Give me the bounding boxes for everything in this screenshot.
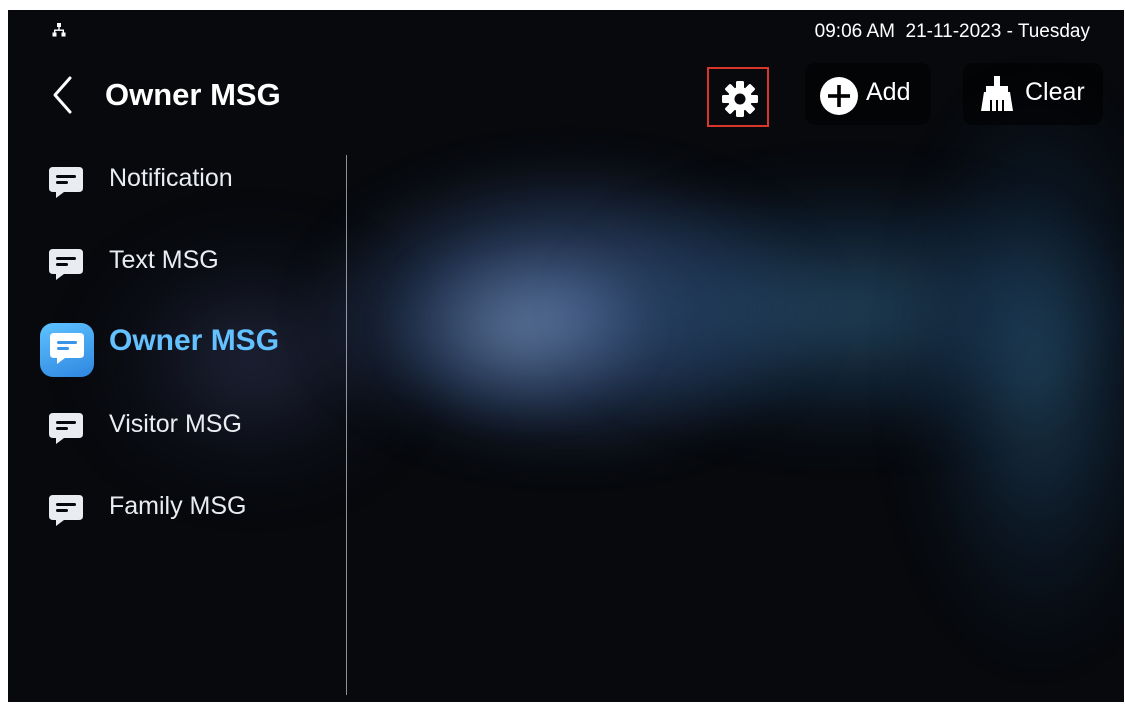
sidebar-item-notification[interactable]: Notification xyxy=(8,150,346,210)
plus-circle-icon xyxy=(820,77,858,115)
background-cloud xyxy=(568,180,1124,440)
sidebar-item-text-msg[interactable]: Text MSG xyxy=(8,232,346,292)
add-button[interactable]: Add xyxy=(805,63,931,125)
sidebar-item-label: Family MSG xyxy=(109,492,247,520)
settings-button[interactable] xyxy=(707,67,769,127)
broom-icon xyxy=(981,76,1013,111)
message-icon xyxy=(49,413,83,444)
message-icon xyxy=(49,495,83,526)
sidebar-divider xyxy=(346,155,347,695)
sidebar-item-label: Owner MSG xyxy=(109,324,280,357)
sidebar-item-visitor-msg[interactable]: Visitor MSG xyxy=(8,396,346,456)
header: Owner MSG Add Clear xyxy=(8,60,1124,130)
sidebar-item-label: Visitor MSG xyxy=(109,410,242,438)
back-button[interactable] xyxy=(46,72,80,118)
sidebar-item-label: Notification xyxy=(109,164,233,192)
sidebar-item-label: Text MSG xyxy=(109,246,219,274)
background-cloud xyxy=(908,90,1124,650)
message-icon xyxy=(49,249,83,280)
device-screen: 09:06 AM 21-11-2023 - Tuesday Owner MSG xyxy=(8,10,1124,702)
clear-button-label: Clear xyxy=(1025,78,1085,106)
datetime-display: 09:06 AM 21-11-2023 - Tuesday xyxy=(814,21,1090,42)
background-cloud xyxy=(388,240,648,420)
chevron-left-icon xyxy=(53,76,72,114)
network-topology-icon xyxy=(51,22,67,38)
gear-icon xyxy=(722,81,758,117)
sidebar-item-family-msg[interactable]: Family MSG xyxy=(8,478,346,538)
active-icon-background xyxy=(40,323,94,377)
add-button-label: Add xyxy=(866,78,911,106)
sidebar-item-owner-msg[interactable]: Owner MSG xyxy=(8,314,346,377)
background-cloud xyxy=(308,160,828,460)
message-icon xyxy=(49,167,83,198)
message-icon xyxy=(50,333,84,364)
page-title: Owner MSG xyxy=(105,77,281,112)
clear-button[interactable]: Clear xyxy=(963,63,1103,125)
status-bar: 09:06 AM 21-11-2023 - Tuesday xyxy=(8,10,1124,52)
